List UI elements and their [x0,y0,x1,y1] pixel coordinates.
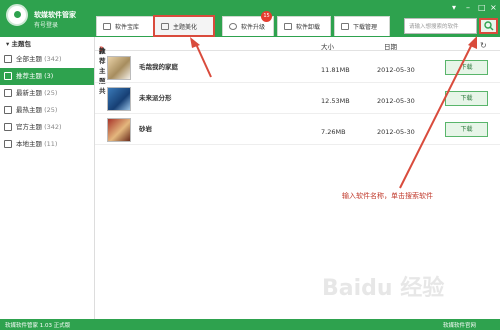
official-site-link[interactable]: 软媒软件官网 [443,321,476,329]
tab-download[interactable]: 下载管理 [334,16,390,36]
theme-name: 砂岩 [139,125,152,133]
trash-icon [284,23,292,30]
theme-date: 2012-05-30 [377,66,415,74]
theme-thumbnail [107,56,131,80]
download-icon [341,23,349,30]
download-button[interactable]: 下载 [445,91,488,106]
minimize-icon[interactable]: – [466,3,470,12]
theme-size: 12.53MB [321,97,350,105]
tab-software-store[interactable]: 软件宝库 [96,16,154,36]
sidebar-item-recommended[interactable]: 推荐主题 (3) [0,68,94,85]
list-item: 毛哉我的家庭 11.81MB 2012-05-30 下载 [95,53,500,83]
login-link[interactable]: 有号登录 [34,20,58,29]
version-text: 软媒软件管家 1.03 正式版 [5,323,71,329]
theme-date: 2012-05-30 [377,97,415,105]
shirt-icon [161,23,169,30]
skin-icon[interactable]: ▾ [452,3,456,12]
sidebar-item-newest[interactable]: 最新主题 (25) [0,85,94,102]
sidebar-item-all[interactable]: 全部主题 (342) [0,51,94,68]
sidebar-item-official[interactable]: 官方主题 (342) [0,119,94,136]
annotation-text: 输入软件名称，单击搜索软件 [342,192,433,200]
tab-label: 主题美化 [173,24,198,31]
new-icon [4,89,12,97]
theme-date: 2012-05-30 [377,128,415,136]
refresh-icon[interactable]: ↻ [480,41,487,50]
tab-label: 软件升级 [241,24,266,31]
theme-name: 未来派分形 [139,94,172,102]
sidebar: ▾ 主题包 全部主题 (342) 推荐主题 (3) 最新主题 (25) 最热主题… [0,37,95,319]
list-header: 推荐主题共 3 款 大小 日期 ↻ [95,37,500,95]
download-button[interactable]: 下载 [445,60,488,75]
app-logo-icon [6,4,28,26]
upgrade-icon [229,23,237,30]
app-name: 软媒软件管家 [34,11,76,19]
search-input[interactable]: 请输入想搜索的软件 [404,18,477,34]
tab-label: 软件宝库 [115,24,140,31]
theme-thumbnail [107,118,131,142]
theme-size: 11.81MB [321,66,350,74]
sidebar-header: ▾ 主题包 [6,40,32,48]
download-button[interactable]: 下载 [445,122,488,137]
flame-icon [4,106,12,114]
tab-label: 软件卸载 [296,24,321,31]
tab-uninstall[interactable]: 软件卸载 [277,16,331,36]
watermark: Baidu 经验 [322,276,445,301]
theme-size: 7.26MB [321,128,346,136]
search-button[interactable] [479,18,498,34]
store-icon [103,23,111,30]
status-bar: 软媒软件管家 1.03 正式版 软媒软件官网 [0,319,500,330]
search-icon [483,21,493,31]
monitor-icon [4,140,12,148]
tab-theme[interactable]: 主题美化 [153,15,215,37]
windows-icon [4,123,12,131]
close-icon[interactable]: × [490,3,497,12]
thumbs-up-icon [4,72,12,80]
sidebar-item-local[interactable]: 本地主题 (11) [0,136,94,153]
theme-name: 毛哉我的家庭 [139,63,178,71]
upgrade-count-badge: 15 [261,11,272,22]
col-size: 大小 [321,43,334,51]
grid-icon [4,55,12,63]
list-item: 未来派分形 12.53MB 2012-05-30 下载 [95,84,500,114]
sidebar-item-hottest[interactable]: 最热主题 (25) [0,102,94,119]
col-date: 日期 [384,43,397,51]
list-item: 砂岩 7.26MB 2012-05-30 下载 [95,115,500,145]
theme-thumbnail [107,87,131,111]
tab-label: 下载管理 [353,24,378,31]
maximize-icon[interactable]: □ [478,3,486,12]
